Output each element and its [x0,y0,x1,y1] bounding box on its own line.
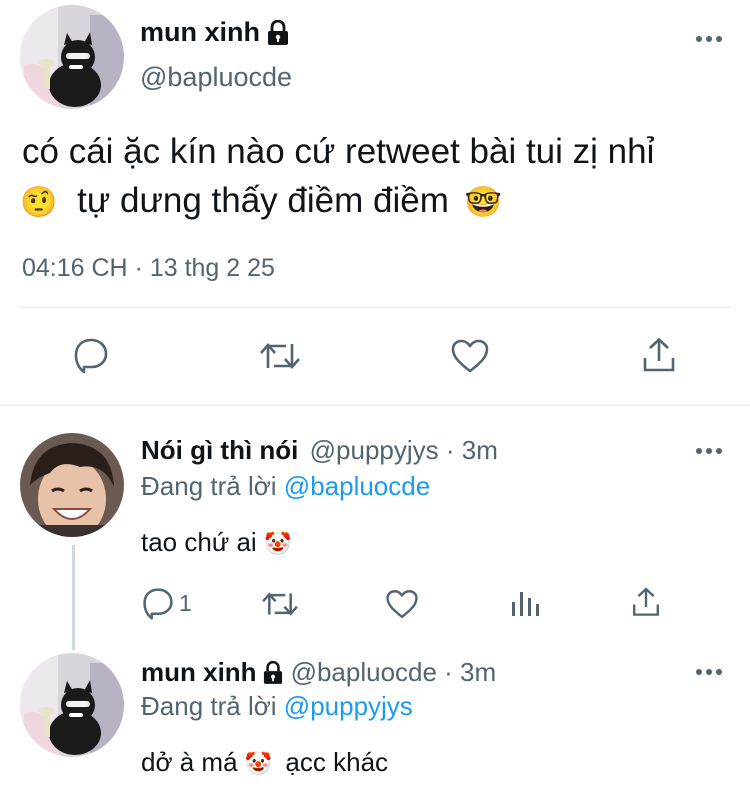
avatar[interactable] [20,5,124,109]
reply-count-group[interactable]: 1 [141,586,192,620]
handle[interactable]: @bapluocde [140,62,292,93]
reply-text: dở à má 🤡 ạcc khác [141,747,388,778]
retweet-icon[interactable] [260,588,300,620]
more-icon[interactable] [696,35,722,43]
replying-to-link[interactable]: @puppyjys [284,691,413,721]
emoji-clown: 🤡 [244,751,273,776]
reply-count: 1 [179,589,192,616]
share-icon[interactable] [630,586,662,618]
like-icon[interactable] [450,338,490,374]
handle[interactable]: @bapluocde · 3m [291,657,497,688]
handle[interactable]: @puppyjys · 3m [310,435,498,465]
reply-icon[interactable] [141,586,175,620]
reply-header: mun xinh @bapluocde · 3m [141,657,496,688]
lock-icon [267,19,289,46]
emoji-nerd: 🤓 [464,186,502,219]
tweet-text-line-2-text: tự dưng thấy điềm điềm [77,181,449,220]
tweet-text-line-2: 🤨 tự dưng thấy điềm điềm 🤓 [20,177,502,227]
reply-text-after: ạcc khác [285,747,389,777]
more-icon[interactable] [696,668,722,676]
replying-to: Đang trả lời @bapluocde [141,471,430,502]
replying-to-label: Đang trả lời [141,471,277,501]
reply-text: tao chứ ai 🤡 [141,527,291,558]
avatar[interactable] [20,653,124,757]
reply-icon[interactable] [72,336,110,374]
replying-to-label: Đang trả lời [141,691,277,721]
share-icon[interactable] [640,336,678,374]
reply-text-before: dở à má [141,747,238,777]
lock-icon [263,660,283,685]
reply-text-content: tao chứ ai [141,527,257,557]
retweet-icon[interactable] [258,338,302,374]
avatar[interactable] [20,433,124,537]
author-name-row: mun xinh [140,17,289,48]
emoji-raised-eyebrow: 🤨 [20,186,58,219]
like-icon[interactable] [385,588,419,620]
views-icon[interactable] [510,588,540,618]
display-name[interactable]: mun xinh [140,17,260,48]
thread-line [72,545,75,650]
replying-to-link[interactable]: @bapluocde [284,471,430,501]
divider [0,405,750,406]
divider [20,307,730,308]
tweet-text-line-1: có cái ặc kín nào cứ retweet bài tui zị … [22,132,655,171]
emoji-clown: 🤡 [263,531,292,556]
timestamp[interactable]: 04:16 CH · 13 thg 2 25 [22,254,275,283]
more-icon[interactable] [696,447,722,455]
reply-header: Nói gì thì nói @puppyjys · 3m [141,435,498,466]
display-name[interactable]: mun xinh [141,657,257,688]
display-name[interactable]: Nói gì thì nói [141,435,298,465]
replying-to: Đang trả lời @puppyjys [141,691,413,722]
